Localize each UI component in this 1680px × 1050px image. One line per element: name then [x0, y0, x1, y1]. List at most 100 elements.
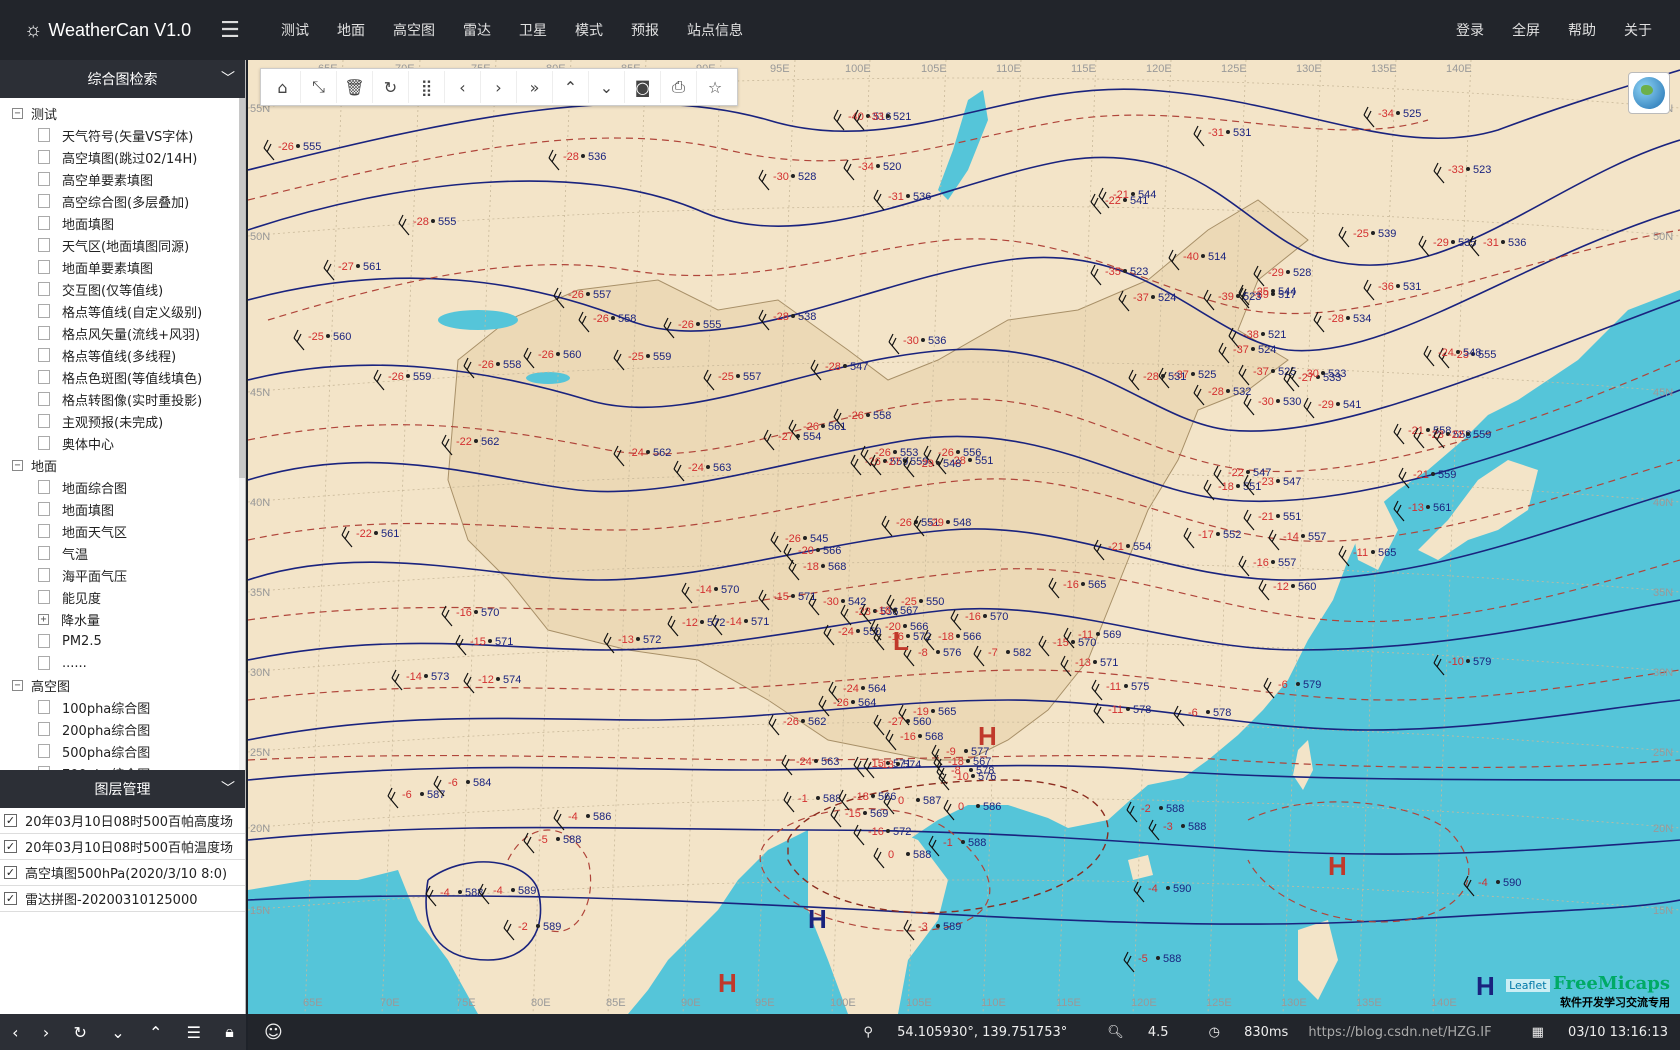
print-icon[interactable]: ⎙	[661, 71, 697, 103]
star-icon[interactable]: ☆	[697, 71, 733, 103]
lock-icon[interactable]: 🔒︎	[225, 1022, 234, 1042]
tree-item[interactable]: 地面单要素填图	[0, 256, 245, 278]
chevron-down-icon[interactable]: ﹀	[221, 778, 235, 798]
tree-item[interactable]: 气温	[0, 542, 245, 564]
tree-item[interactable]: 海平面气压	[0, 564, 245, 586]
station-temperature: -26	[388, 371, 404, 383]
nav-item-satellite[interactable]: 卫星	[519, 20, 547, 40]
chevron-down-icon[interactable]: ⌄	[589, 71, 625, 103]
login-link[interactable]: 登录	[1456, 20, 1484, 40]
leaflet-link[interactable]: Leaflet	[1506, 979, 1550, 992]
tree-scrollbar-thumb[interactable]	[239, 98, 245, 478]
tree-item[interactable]: 500pha综合图	[0, 740, 245, 762]
tree-item[interactable]: 格点转图像(实时重投影)	[0, 388, 245, 410]
tree-item[interactable]: 主观预报(未完成)	[0, 410, 245, 432]
layer-checkbox[interactable]: ✓	[4, 866, 17, 879]
shrink-icon[interactable]: ⤡	[301, 71, 337, 103]
tree-item[interactable]: 高空综合图(多层叠加)	[0, 190, 245, 212]
station-temperature: -11	[1106, 681, 1121, 693]
nav-item-model[interactable]: 模式	[575, 20, 603, 40]
nav-item-upper-air[interactable]: 高空图	[393, 20, 435, 40]
next-icon[interactable]: ›	[43, 1023, 49, 1042]
tree-item[interactable]: 奥体中心	[0, 432, 245, 454]
search-panel-header[interactable]: 综合图检索 ﹀	[0, 60, 245, 98]
about-link[interactable]: 关于	[1624, 20, 1652, 40]
tree-item[interactable]: 天气符号(矢量VS字体)	[0, 124, 245, 146]
camera-icon[interactable]: ◙	[625, 71, 661, 103]
chevron-up-icon[interactable]: ⌃	[553, 71, 589, 103]
chevron-right-icon[interactable]: ›	[481, 71, 517, 103]
map-canvas[interactable]: 65E65E70E70E75E75E80E80E85E85E90E90E95E9…	[248, 60, 1680, 1014]
tree-item[interactable]: 700pha综合图	[0, 762, 245, 770]
tree-item[interactable]: 高空填图(跳过02/14H)	[0, 146, 245, 168]
tree-item[interactable]: + 降水量	[0, 608, 245, 630]
station-temperature: -2	[1141, 803, 1151, 815]
station-temperature: -18	[875, 605, 891, 617]
lon-label-top: 125E	[1221, 63, 1247, 75]
trash-icon[interactable]: 🗑︎	[337, 71, 373, 103]
prev-icon[interactable]: ‹	[12, 1023, 18, 1042]
chevron-up-icon[interactable]: ⌃	[149, 1023, 162, 1042]
station-temperature: -6	[402, 789, 412, 801]
tree-group[interactable]: − 测试	[0, 102, 245, 124]
lon-label-top: 120E	[1146, 63, 1172, 75]
tree-item[interactable]: PM2.5	[0, 630, 245, 652]
lon-label-bottom: 135E	[1356, 997, 1382, 1009]
smiley-icon[interactable]: ☺	[264, 1022, 283, 1043]
tree-item[interactable]: 能见度	[0, 586, 245, 608]
tree-item[interactable]: 格点等值线(自定义级别)	[0, 300, 245, 322]
tree-item[interactable]: 200pha综合图	[0, 718, 245, 740]
refresh-icon[interactable]: ↻	[74, 1023, 87, 1042]
station-temperature: -15	[470, 636, 486, 648]
grid-icon[interactable]: ⣿	[409, 71, 445, 103]
refresh-icon[interactable]: ↻	[373, 71, 409, 103]
app-brand[interactable]: ☼ WeatherCan V1.0	[0, 19, 205, 42]
nav-item-station-info[interactable]: 站点信息	[687, 20, 743, 40]
basemap-switch-button[interactable]	[1628, 72, 1670, 114]
layer-checkbox[interactable]: ✓	[4, 840, 17, 853]
nav-item-forecast[interactable]: 预报	[631, 20, 659, 40]
list-icon[interactable]: ☰	[187, 1023, 201, 1042]
tree-item[interactable]: 交互图(仅等值线)	[0, 278, 245, 300]
sidebar-toggle-button[interactable]: ☰	[205, 18, 255, 43]
tree-item[interactable]: 地面天气区	[0, 520, 245, 542]
chevron-left-icon[interactable]: ‹	[445, 71, 481, 103]
tree-item[interactable]: 地面填图	[0, 212, 245, 234]
layer-row[interactable]: ✓ 雷达拼图-20200310125000	[0, 886, 245, 912]
tree-item-label: 格点转图像(实时重投影)	[62, 393, 203, 409]
home-icon[interactable]: ⌂	[265, 71, 301, 103]
layer-row[interactable]: ✓ 高空填图500hPa(2020/3/10 8:0)	[0, 860, 245, 886]
nav-item-test[interactable]: 测试	[281, 20, 309, 40]
collapse-toggle-icon[interactable]: −	[12, 107, 23, 119]
layer-panel-header[interactable]: 图层管理 ﹀	[0, 770, 245, 808]
layer-checkbox[interactable]: ✓	[4, 814, 17, 827]
tree-item[interactable]: 格点等值线(多线程)	[0, 344, 245, 366]
tree-item[interactable]: ......	[0, 652, 245, 674]
tree-item[interactable]: 地面综合图	[0, 476, 245, 498]
tree-group[interactable]: − 地面	[0, 454, 245, 476]
tree-item[interactable]: 100pha综合图	[0, 696, 245, 718]
weather-map[interactable]: 65E65E70E70E75E75E80E80E85E85E90E90E95E9…	[248, 60, 1680, 1014]
nav-item-radar[interactable]: 雷达	[463, 20, 491, 40]
tree-item[interactable]: 格点风矢量(流线+风羽)	[0, 322, 245, 344]
expand-toggle-icon[interactable]: +	[38, 613, 49, 625]
tree-item[interactable]: 高空单要素填图	[0, 168, 245, 190]
layer-row[interactable]: ✓ 20年03月10日08时500百帕温度场	[0, 834, 245, 860]
station-temperature: -11	[1108, 704, 1123, 716]
collapse-toggle-icon[interactable]: −	[12, 459, 23, 471]
collapse-toggle-icon[interactable]: −	[12, 679, 23, 691]
tree-group[interactable]: − 高空图	[0, 674, 245, 696]
chevron-down-icon[interactable]: ⌄	[111, 1023, 124, 1042]
tree-item[interactable]: 格点色斑图(等值线填色)	[0, 366, 245, 388]
chevron-down-icon[interactable]: ﹀	[221, 68, 235, 88]
fast-forward-icon[interactable]: »	[517, 71, 553, 103]
nav-item-surface[interactable]: 地面	[337, 20, 365, 40]
station-temperature: -30	[1258, 396, 1274, 408]
tree-item[interactable]: 天气区(地面填图同源)	[0, 234, 245, 256]
layer-row[interactable]: ✓ 20年03月10日08时500百帕高度场	[0, 808, 245, 834]
fullscreen-link[interactable]: 全屏	[1512, 20, 1540, 40]
tree-item[interactable]: 地面填图	[0, 498, 245, 520]
layer-checkbox[interactable]: ✓	[4, 892, 17, 905]
help-link[interactable]: 帮助	[1568, 20, 1596, 40]
station-height: 571	[495, 636, 513, 648]
